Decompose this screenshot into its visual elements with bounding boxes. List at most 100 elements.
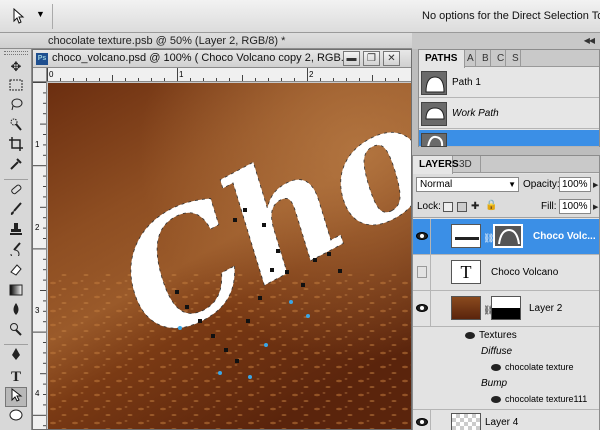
effect-bump-header: Bump: [431, 376, 600, 392]
lasso-tool-icon[interactable]: [5, 97, 27, 117]
tab-brushes[interactable]: B: [480, 50, 491, 67]
layer-row-layer-2[interactable]: ⛓ Layer 2: [413, 291, 599, 327]
bump-texture-name: chocolate texture111: [505, 394, 588, 404]
quick-selection-tool-icon[interactable]: [5, 117, 27, 137]
tool-divider: [4, 344, 28, 345]
tab-clone-source[interactable]: C: [495, 50, 506, 67]
dodge-tool-icon[interactable]: [5, 322, 27, 342]
tool-preset-dropdown-icon[interactable]: ▼: [36, 9, 45, 19]
path-row-work-path[interactable]: Work Path: [419, 99, 599, 129]
restore-button[interactable]: ❐: [363, 51, 380, 66]
visibility-toggle[interactable]: [413, 219, 431, 254]
type-tool-icon[interactable]: T: [5, 367, 27, 387]
ellipse-shape-tool-icon[interactable]: [5, 407, 27, 427]
eye-icon[interactable]: [491, 396, 501, 403]
horizontal-ruler[interactable]: 0 1 2: [47, 68, 411, 82]
document-window: Ps choco_volcano.psd @ 100% ( Choco Volc…: [32, 49, 412, 430]
healing-brush-tool-icon[interactable]: [5, 182, 27, 202]
path-thumbnail: [421, 133, 447, 147]
close-button[interactable]: ✕: [383, 51, 400, 66]
brush-tool-icon[interactable]: [5, 202, 27, 222]
fill-dropdown-icon[interactable]: ▶: [593, 203, 598, 211]
layer-name: Choco Volcano: [491, 267, 559, 278]
background-document-tab[interactable]: chocolate texture.psb @ 50% (Layer 2, RG…: [0, 33, 420, 49]
eye-icon: [416, 304, 428, 312]
visibility-toggle[interactable]: [413, 291, 431, 326]
marquee-tool-icon[interactable]: [5, 77, 27, 97]
vector-mask-thumbnail[interactable]: [493, 224, 523, 248]
eraser-tool-icon[interactable]: [5, 262, 27, 282]
fill-input[interactable]: 100%: [559, 199, 591, 214]
tab-3d[interactable]: 3D: [453, 156, 481, 173]
effect-bump-item[interactable]: chocolate texture111: [431, 392, 600, 408]
clone-stamp-tool-icon[interactable]: [5, 222, 27, 242]
eye-icon[interactable]: [491, 364, 501, 371]
fill-label: Fill:: [541, 201, 557, 212]
tab-layers[interactable]: LAYERS: [413, 156, 459, 174]
vertical-ruler[interactable]: 1 2 3 4: [33, 82, 47, 429]
effect-textures[interactable]: Textures: [431, 328, 600, 344]
visibility-toggle[interactable]: [413, 410, 431, 430]
eye-icon[interactable]: [465, 332, 475, 339]
direct-selection-tool-icon[interactable]: [5, 387, 27, 407]
tab-character[interactable]: A: [465, 50, 476, 67]
layer-options: Normal ▼ Opacity: 100% ▶ Lock: ✚ 🔒 Fill:…: [413, 174, 599, 218]
options-divider: [52, 4, 53, 29]
tab-styles[interactable]: S: [510, 50, 521, 67]
layer-row-choco-volcano-copy[interactable]: ⛓ Choco Volc...: [413, 219, 599, 255]
ruler-origin[interactable]: [33, 68, 47, 82]
path-row-selected[interactable]: [419, 130, 599, 147]
lock-position-icon[interactable]: ✚: [471, 201, 479, 212]
photoshop-window: ▼ No options for the Direct Selection To…: [0, 0, 600, 430]
opacity-dropdown-icon[interactable]: ▶: [593, 181, 598, 189]
layer-name: Layer 4: [485, 417, 519, 428]
pen-tool-icon[interactable]: [5, 347, 27, 367]
tool-divider: [4, 179, 28, 180]
path-thumbnail: [421, 102, 447, 126]
history-brush-tool-icon[interactable]: [5, 242, 27, 262]
direct-selection-arrow-icon[interactable]: [10, 7, 26, 24]
path-row-path-1[interactable]: Path 1: [419, 68, 599, 98]
horizontal-ruler-ticks: 0 1 2: [47, 68, 399, 81]
diffuse-label: Diffuse: [481, 346, 513, 357]
layer-name: Choco Volc...: [533, 231, 596, 242]
collapse-panels-icon[interactable]: ◀◀: [584, 36, 595, 45]
tab-paths[interactable]: PATHS: [419, 50, 465, 68]
blur-tool-icon[interactable]: [5, 302, 27, 322]
photoshop-app-icon: Ps: [36, 53, 48, 65]
document-canvas[interactable]: Choc: [48, 83, 411, 429]
chevron-down-icon: ▼: [508, 180, 516, 189]
crop-tool-icon[interactable]: [5, 137, 27, 157]
visibility-toggle-off[interactable]: [413, 255, 431, 290]
ruler-label: 3: [35, 306, 40, 315]
vertical-ruler-ticks: 1 2 3 4: [33, 82, 46, 427]
eyedropper-tool-icon[interactable]: [5, 157, 27, 177]
blend-mode-value: Normal: [420, 179, 453, 190]
lock-all-icon[interactable]: 🔒: [485, 200, 497, 211]
layers-tab-row: LAYERS 3D: [413, 156, 599, 174]
ruler-label: 0: [49, 70, 54, 79]
layer-mask-thumbnail[interactable]: [491, 296, 521, 320]
path-thumbnail: [421, 71, 447, 95]
paths-tab-row: PATHS A B C S: [419, 50, 599, 68]
gradient-tool-icon[interactable]: [5, 282, 27, 302]
lock-pixels-icon[interactable]: [457, 202, 467, 212]
layer-thumbnail: [451, 296, 481, 320]
effect-diffuse-item[interactable]: chocolate texture: [431, 360, 600, 376]
layer-row-layer-4[interactable]: Layer 4: [413, 409, 599, 430]
opacity-input[interactable]: 100%: [559, 177, 591, 192]
eye-icon: [416, 418, 428, 426]
move-tool-icon[interactable]: ✥: [5, 57, 27, 77]
minimize-button[interactable]: ▬: [343, 51, 360, 66]
toolbox-grip[interactable]: [4, 51, 28, 55]
diffuse-texture-name: chocolate texture: [505, 362, 574, 372]
type-layer-icon: T: [451, 260, 481, 284]
lock-label: Lock:: [417, 201, 441, 212]
blend-mode-select[interactable]: Normal ▼: [416, 177, 519, 192]
document-title-bar[interactable]: Ps choco_volcano.psd @ 100% ( Choco Volc…: [33, 50, 411, 68]
textures-label: Textures: [479, 330, 517, 341]
layer-row-choco-volcano[interactable]: T Choco Volcano: [413, 255, 599, 291]
layer-name: Layer 2: [529, 303, 563, 314]
lock-transparency-icon[interactable]: [443, 202, 453, 212]
layers-panel: LAYERS 3D Normal ▼ Opacity: 100% ▶ Lock:…: [412, 155, 600, 430]
